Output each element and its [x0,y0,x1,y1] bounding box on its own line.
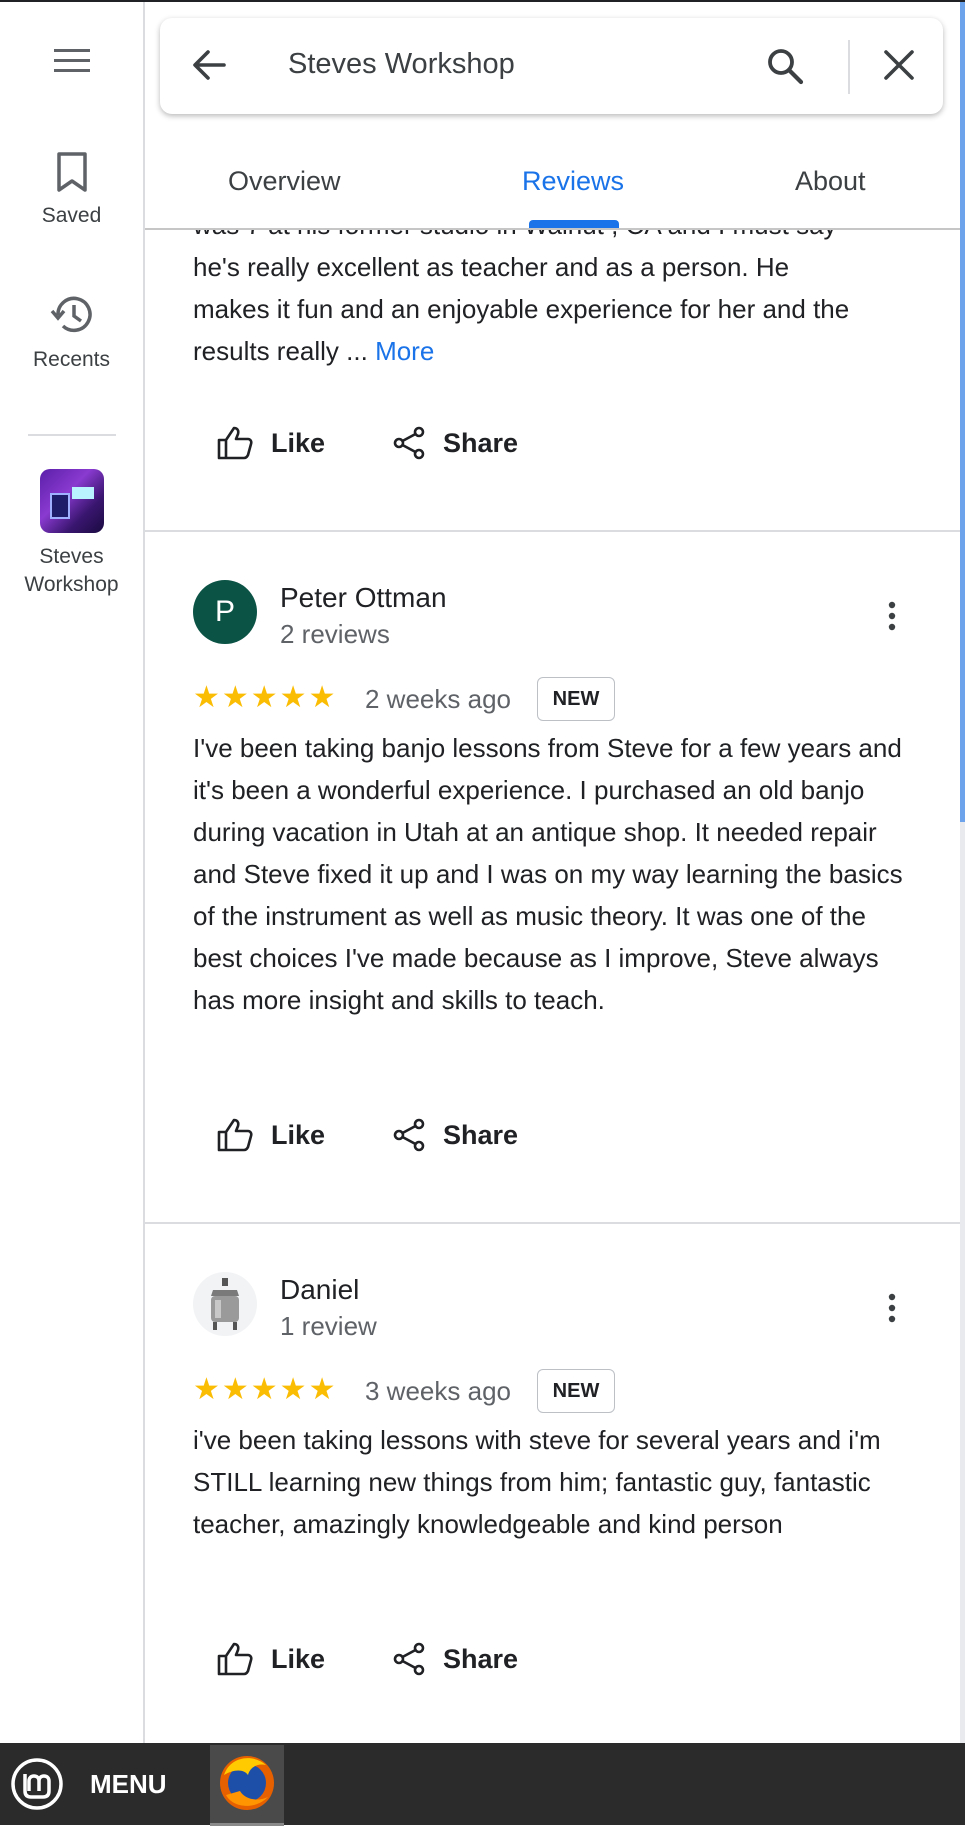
reviewer-name[interactable]: Daniel [280,1274,359,1306]
review-text: I've been taking banjo lessons from Stev… [193,733,903,1015]
star-rating: ★★★★★ [193,681,338,714]
share-button[interactable]: Share [393,426,518,460]
share-icon [393,426,425,460]
reviewer-name[interactable]: Peter Ottman [280,582,447,614]
more-vert-icon [888,601,896,631]
share-label: Share [443,1643,519,1674]
review-options-button[interactable] [885,1292,899,1329]
scrollbar[interactable] [960,2,965,822]
like-label: Like [271,1643,326,1674]
new-badge: NEW [537,1369,615,1413]
mint-menu-button[interactable] [10,1757,64,1816]
like-label: Like [271,1119,326,1150]
place-name-line2: Workshop [24,573,119,596]
review-options-button[interactable] [885,600,899,637]
menu-label[interactable]: MENU [90,1769,167,1800]
close-button[interactable] [882,48,916,87]
more-vert-icon [888,1293,896,1323]
thumb-up-icon [217,1118,253,1152]
place-shortcut[interactable]: Steves Workshop [0,469,143,599]
review-text-line: makes it fun and an enjoyable experience… [193,294,850,324]
place-thumbnail [39,469,104,533]
like-button[interactable]: Like [217,426,325,460]
saved-button[interactable]: Saved [0,152,143,228]
star-rating: ★★★★★ [193,1373,338,1406]
review-divider [145,1222,960,1224]
review-text-line: results really ... More [193,330,434,372]
firefox-icon [220,1756,274,1810]
reviewer-review-count: 2 reviews [280,619,390,649]
hamburger-icon [53,49,90,72]
menu-button[interactable] [0,46,143,76]
recents-button[interactable]: Recents [0,294,143,372]
reviewer-review-count: 1 review [280,1311,377,1341]
share-button[interactable]: Share [393,1118,518,1152]
share-label: Share [443,1119,519,1150]
back-button[interactable] [190,46,228,89]
thumb-up-icon [217,426,253,460]
reviewer-avatar[interactable]: P [193,580,257,644]
review-date: 3 weeks ago [365,1376,511,1406]
firefox-taskbar-button[interactable] [210,1745,284,1826]
active-tab-indicator [529,220,619,228]
thumb-up-icon [217,1642,253,1676]
search-divider [848,40,850,94]
share-icon [393,1118,425,1152]
search-box: Steves Workshop [160,18,943,114]
review-text: i've been taking lessons with steve for … [193,1425,881,1539]
new-badge: NEW [537,677,615,721]
search-button[interactable] [765,46,805,91]
review-text-end: results really ... [193,336,368,366]
rail-divider [28,434,116,436]
place-tabs: Overview Reviews About [145,132,960,230]
review-divider [145,530,960,532]
recents-label: Recents [32,348,111,371]
place-panel: was 7 at his former studio in Walnut , C… [145,2,960,1743]
tab-reviews[interactable]: Reviews [522,166,624,197]
share-button[interactable]: Share [393,1642,518,1676]
close-icon [884,50,914,80]
kettle-avatar-icon [211,1278,239,1330]
left-rail: Saved Recents Steves Workshop [0,2,145,1743]
review-date: 2 weeks ago [365,684,511,714]
tab-overview[interactable]: Overview [228,166,341,197]
search-input[interactable]: Steves Workshop [288,48,515,81]
place-name-line1: Steves [39,545,104,568]
like-button[interactable]: Like [217,1642,325,1676]
reviewer-avatar[interactable] [193,1272,257,1336]
search-icon [768,49,804,85]
taskbar: MENU [0,1743,965,1826]
history-icon [50,296,92,333]
arrow-back-icon [193,50,226,80]
review-text-line: he's really excellent as teacher and as … [193,252,790,282]
share-label: Share [443,427,519,458]
bookmark-icon [56,152,87,192]
like-button[interactable]: Like [217,1118,325,1152]
tab-about[interactable]: About [795,166,866,197]
share-icon [393,1642,425,1676]
saved-label: Saved [41,204,102,227]
like-label: Like [271,427,326,458]
linux-mint-logo-icon [11,1758,63,1810]
more-link[interactable]: More [375,336,434,366]
